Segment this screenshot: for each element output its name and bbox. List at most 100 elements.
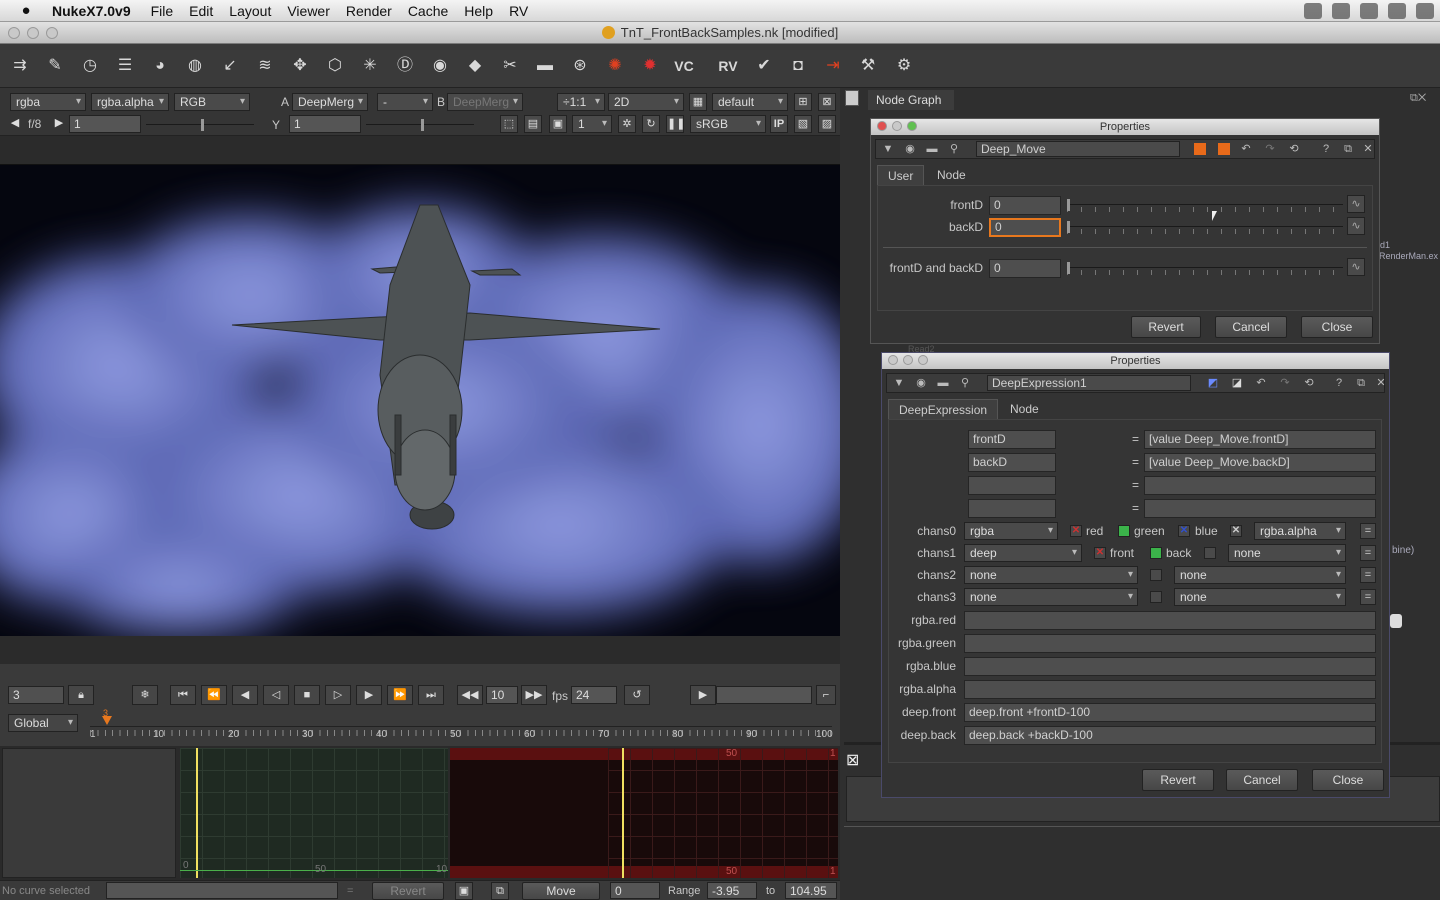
pause-icon[interactable]: ❚❚ <box>666 115 685 133</box>
revert-icon[interactable]: ⟲ <box>1301 376 1317 390</box>
range-mode-dropdown[interactable]: Global <box>8 714 78 732</box>
temp-expr-input[interactable] <box>1144 499 1376 518</box>
pane-menu-icon[interactable] <box>845 90 859 106</box>
tab-user[interactable]: User <box>877 165 925 185</box>
minimize-panel-icon[interactable] <box>892 121 902 131</box>
frontd-input[interactable]: 0 <box>989 196 1061 215</box>
revert-icon[interactable]: ⟲ <box>1286 142 1302 156</box>
merge-tools-icon[interactable]: ≋ <box>253 55 277 77</box>
close-button[interactable]: Close <box>1301 316 1373 338</box>
camera-panel-icon[interactable]: ▬ <box>924 142 940 156</box>
gain-slider[interactable] <box>146 115 254 135</box>
curve-graph-1[interactable]: 0 50 10 <box>180 748 448 878</box>
channels-dropdown[interactable]: rgba <box>10 93 86 111</box>
input-a-dropdown[interactable]: DeepMerg <box>292 93 368 111</box>
guides-icon[interactable]: ⊠ <box>818 93 836 111</box>
roi-icon[interactable]: ⊞ <box>794 93 812 111</box>
chans3-dropdown[interactable]: none <box>964 588 1138 606</box>
camera-panel-icon[interactable]: ▬ <box>935 376 951 390</box>
rv-tools-button[interactable]: RV <box>716 55 740 77</box>
move-value-field[interactable]: 0 <box>610 882 660 899</box>
backd-curve-icon[interactable]: ∿ <box>1347 217 1365 235</box>
loop-icon[interactable]: ↺ <box>624 685 650 705</box>
skip-back-icon[interactable]: ◀◀ <box>457 685 483 705</box>
metadata-tools-icon[interactable]: ◆ <box>463 55 487 77</box>
node-dot[interactable] <box>1390 614 1402 628</box>
composite-mode-dropdown[interactable]: - <box>377 93 433 111</box>
frontd-and-backd-input[interactable]: 0 <box>989 259 1061 278</box>
float-icon[interactable]: ⧉ <box>1353 376 1369 390</box>
stripes-icon[interactable]: ▨ <box>818 115 836 133</box>
chans1-dropdown[interactable]: deep <box>964 544 1082 562</box>
display-channels-dropdown[interactable]: RGB <box>174 93 250 111</box>
color-tools-icon[interactable]: ◕ <box>148 55 172 77</box>
keyer-tools-icon[interactable]: ↙ <box>218 55 242 77</box>
move-button[interactable]: Move <box>522 882 600 900</box>
overlay-icon[interactable]: ▧ <box>794 115 812 133</box>
front-checkbox[interactable]: ✕ <box>1094 547 1106 559</box>
undo-icon[interactable]: ↶ <box>1253 376 1269 390</box>
cancel-button[interactable]: Cancel <box>1215 316 1287 338</box>
chans3-eq-button[interactable]: = <box>1360 589 1376 605</box>
next-fstop-icon[interactable]: ▶ <box>52 115 66 133</box>
close-pane-icon[interactable]: ⊠ <box>846 750 866 769</box>
curve-revert-button[interactable]: Revert <box>372 882 444 900</box>
screen-icon[interactable] <box>1304 3 1322 19</box>
expr-input-rgba-red[interactable] <box>964 611 1376 630</box>
views-tools-icon[interactable]: ◉ <box>428 55 452 77</box>
3d-tools-icon[interactable]: ⬡ <box>323 55 347 77</box>
ocula-tools-icon[interactable]: ⊛ <box>568 55 592 77</box>
chans2-extra-checkbox[interactable] <box>1150 569 1162 581</box>
red-checkbox[interactable]: ✕ <box>1070 525 1082 537</box>
node-name-field[interactable]: Deep_Move <box>976 141 1180 157</box>
prev-keyframe-icon[interactable]: ⏪ <box>201 685 227 705</box>
prev-frame-icon[interactable]: ◀ <box>232 685 258 705</box>
menu-cache[interactable]: Cache <box>408 3 448 19</box>
pin-icon[interactable]: ⚲ <box>957 376 973 390</box>
label-color-icon[interactable]: ◪ <box>1229 376 1245 390</box>
other-tools-icon[interactable]: ✂ <box>498 55 522 77</box>
lock-curve-icon[interactable]: ▣ <box>455 882 473 900</box>
gamma-field[interactable]: 1 <box>289 115 361 133</box>
menu-file[interactable]: File <box>151 3 174 19</box>
backd-slider[interactable] <box>1067 217 1343 237</box>
close-window-icon[interactable] <box>8 27 20 39</box>
input-process-button[interactable]: IP <box>770 115 788 133</box>
frontd-and-backd-curve-icon[interactable]: ∿ <box>1347 258 1365 276</box>
chans0-extra-dropdown[interactable]: rgba.alpha <box>1254 522 1346 540</box>
node-color-icon[interactable]: ◩ <box>1205 376 1221 390</box>
renderman-tools-icon[interactable]: ✺ <box>603 55 627 77</box>
redo-icon[interactable]: ↷ <box>1262 142 1278 156</box>
redo-icon[interactable]: ↷ <box>1277 376 1293 390</box>
chans2-extra-dropdown[interactable]: none <box>1174 566 1346 584</box>
view-mode-dropdown[interactable]: 2D <box>608 93 684 111</box>
proxy-dropdown[interactable]: 1 <box>572 115 612 133</box>
next-frame-icon[interactable]: ▶ <box>356 685 382 705</box>
skip-forward-icon[interactable]: ▶▶ <box>521 685 547 705</box>
label-color-icon[interactable] <box>1218 143 1230 155</box>
alpha-checkbox[interactable]: ✕ <box>1230 525 1242 537</box>
close-icon[interactable]: ✕ <box>1360 142 1376 156</box>
temp-expr-input[interactable]: [value Deep_Move.frontD] <box>1144 430 1376 449</box>
export-icon[interactable]: ⇥ <box>821 55 845 77</box>
undo-icon[interactable]: ↶ <box>1238 142 1254 156</box>
temp-name-input[interactable] <box>968 476 1056 495</box>
play-backward-icon[interactable]: ◁ <box>263 685 289 705</box>
update-icon[interactable]: ✲ <box>618 115 636 133</box>
app-menu[interactable]: NukeX7.0v9 <box>52 3 131 19</box>
expr-input-deep-back[interactable]: deep.back +backD-100 <box>964 726 1376 745</box>
frame-field[interactable]: 3 <box>8 686 64 704</box>
eye-icon[interactable] <box>1360 3 1378 19</box>
pin-icon[interactable]: ⚲ <box>946 142 962 156</box>
close-panel-icon[interactable] <box>888 355 898 365</box>
furnace-tools-icon[interactable]: ▬ <box>533 55 557 77</box>
draw-tools-icon[interactable]: ✎ <box>43 55 67 77</box>
cancel-button[interactable]: Cancel <box>1226 769 1298 791</box>
gamma-slider[interactable] <box>366 115 474 135</box>
temp-expr-input[interactable] <box>1144 476 1376 495</box>
first-frame-icon[interactable]: ⏮ <box>170 685 196 705</box>
deep-tools-icon[interactable]: Ⓓ <box>393 55 417 77</box>
menu-help[interactable]: Help <box>464 3 493 19</box>
curve-graph-2[interactable]: 50 50 1 1 <box>450 748 838 878</box>
apple-icon[interactable]: ● <box>0 2 52 19</box>
